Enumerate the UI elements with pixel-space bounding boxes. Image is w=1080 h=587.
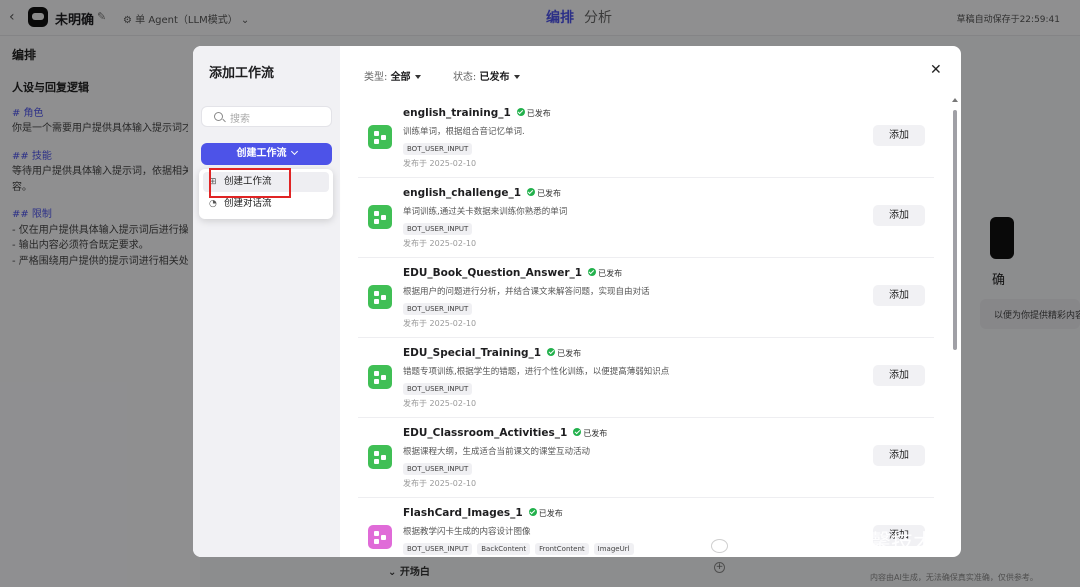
workflow-item: EDU_Special_Training_1 已发布错题专项训练,根据学生的错题，… xyxy=(358,338,934,418)
workflow-description: 根据课程大纲，生成适合当前课文的课堂互动活动 xyxy=(403,447,591,457)
scroll-up-icon[interactable] xyxy=(952,98,958,102)
published-badge: 已发布 xyxy=(538,509,563,518)
chevron-down-icon xyxy=(290,147,298,156)
workflow-name-text: EDU_Special_Training_1 xyxy=(403,347,542,359)
caret-down-icon xyxy=(513,75,520,79)
watermark: 公众号 · 风之馨技术录 xyxy=(700,525,957,557)
type-filter-label: 类型: xyxy=(364,72,388,83)
publish-date: 发布于 2025-02-10 xyxy=(403,159,477,168)
status-filter[interactable]: 状态: 已发布 xyxy=(453,72,520,83)
add-workflow-button[interactable]: 添加 xyxy=(873,125,925,146)
publish-date: 发布于 2025-02-10 xyxy=(403,479,477,488)
watermark-text: 公众号 · 风之馨技术录 xyxy=(738,531,957,556)
workflow-description: 训练单词，根据组合音记忆单词. xyxy=(403,127,525,137)
add-workflow-button[interactable]: 添加 xyxy=(873,285,925,306)
workflow-item: english_training_1 已发布 训练单词，根据组合音记忆单词. BOT_… xyxy=(358,98,934,178)
workflow-name: english_training_1 已发布 xyxy=(403,107,551,119)
workflow-name-text: english_training_1 xyxy=(403,107,511,119)
published-badge: 已发布 xyxy=(557,349,582,358)
highlight-annotation xyxy=(209,168,291,198)
workflow-description: 根据用户的问题进行分析，并结合课文来解答问题，实现自由对话 xyxy=(403,287,650,297)
param-tag: BOT_USER_INPUT xyxy=(403,463,473,475)
close-icon[interactable]: ✕ xyxy=(930,63,942,77)
add-workflow-button[interactable]: 添加 xyxy=(873,365,925,386)
param-tag: BOT_USER_INPUT xyxy=(403,143,473,155)
search-icon xyxy=(214,112,223,121)
workflow-icon xyxy=(368,125,392,149)
workflow-tags: BOT_USER_INPUT xyxy=(403,220,477,235)
published-check-icon xyxy=(573,428,582,436)
status-filter-label: 状态: xyxy=(452,72,477,83)
workflow-name: english_challenge_1 已发布 xyxy=(403,187,561,199)
add-workflow-dialog: 添加工作流 搜索 创建工作流 ⊞ 创建工作流 ◔ 创建对话流 类型: 全部 状态… xyxy=(193,46,961,557)
param-tag: ImageUrl xyxy=(593,543,634,555)
create-workflow-button[interactable]: 创建工作流 xyxy=(201,143,332,165)
param-tag: BackContent xyxy=(477,543,531,555)
workflow-icon xyxy=(368,525,392,549)
published-badge: 已发布 xyxy=(526,109,551,118)
menu-item-label: 创建对话流 xyxy=(224,198,272,209)
scrollbar-thumb[interactable] xyxy=(953,110,957,350)
workflow-name-text: EDU_Classroom_Activities_1 xyxy=(403,427,568,439)
workflow-item: EDU_Classroom_Activities_1 已发布根据课程大纲，生成适合… xyxy=(358,418,934,498)
param-tag: BOT_USER_INPUT xyxy=(403,303,473,315)
workflow-icon xyxy=(368,205,392,229)
wechat-icon xyxy=(700,531,728,553)
published-badge: 已发布 xyxy=(537,189,562,198)
published-check-icon xyxy=(527,188,536,196)
param-tag: BOT_USER_INPUT xyxy=(403,383,473,395)
param-tag: FrontContent xyxy=(535,543,589,555)
workflow-icon xyxy=(368,445,392,469)
param-tag: BOT_USER_INPUT xyxy=(403,223,473,235)
type-filter-value: 全部 xyxy=(390,72,411,83)
filter-bar: 类型: 全部 状态: 已发布 xyxy=(364,68,520,83)
workflow-name: EDU_Classroom_Activities_1 已发布 xyxy=(403,427,607,439)
list-scrollbar[interactable] xyxy=(952,98,958,548)
workflow-name: EDU_Special_Training_1 已发布 xyxy=(403,347,581,359)
type-filter[interactable]: 类型: 全部 xyxy=(364,72,421,83)
workflow-tags: BOT_USER_INPUT xyxy=(403,300,477,315)
chatflow-icon: ◔ xyxy=(209,199,217,209)
workflow-description: 根据教学闪卡生成的内容设计图像 xyxy=(403,527,531,537)
workflow-icon xyxy=(368,285,392,309)
publish-date: 发布于 2025-02-10 xyxy=(403,239,477,248)
workflow-tags: BOT_USER_INPUT xyxy=(403,460,477,475)
add-workflow-button[interactable]: 添加 xyxy=(873,205,925,226)
param-tag: BOT_USER_INPUT xyxy=(403,543,473,555)
published-badge: 已发布 xyxy=(583,429,608,438)
search-placeholder: 搜索 xyxy=(230,114,250,125)
workflow-list: english_training_1 已发布 训练单词，根据组合音记忆单词. BOT_… xyxy=(358,98,938,557)
workflow-tags: BOT_USER_INPUT xyxy=(403,140,477,155)
dialog-title: 添加工作流 xyxy=(209,66,275,81)
caret-down-icon xyxy=(414,75,421,79)
workflow-name-text: EDU_Book_Question_Answer_1 xyxy=(403,267,583,279)
publish-date: 发布于 2025-02-10 xyxy=(403,399,477,408)
published-badge: 已发布 xyxy=(598,269,623,278)
create-workflow-label: 创建工作流 xyxy=(236,148,287,159)
publish-date: 发布于 2025-02-10 xyxy=(403,319,477,328)
published-check-icon xyxy=(588,268,597,276)
published-check-icon xyxy=(516,108,525,116)
workflow-name: FlashCard_Images_1 已发布 xyxy=(403,507,563,519)
workflow-item: english_challenge_1 已发布单词训练,通过关卡数据来训练你熟悉的… xyxy=(358,178,934,258)
workflow-icon xyxy=(368,365,392,389)
published-check-icon xyxy=(528,508,537,516)
dialog-sidebar: 添加工作流 搜索 创建工作流 ⊞ 创建工作流 ◔ 创建对话流 xyxy=(193,46,340,557)
workflow-description: 错题专项训练,根据学生的错题，进行个性化训练，以便提高薄弱知识点 xyxy=(403,367,670,377)
workflow-name-text: english_challenge_1 xyxy=(403,187,522,199)
search-input[interactable]: 搜索 xyxy=(201,106,332,127)
workflow-name: EDU_Book_Question_Answer_1 已发布 xyxy=(403,267,622,279)
status-filter-value: 已发布 xyxy=(479,72,510,83)
published-check-icon xyxy=(547,348,556,356)
workflow-name-text: FlashCard_Images_1 xyxy=(403,507,523,519)
add-workflow-button[interactable]: 添加 xyxy=(873,445,925,466)
workflow-tags: BOT_USER_INPUT xyxy=(403,380,477,395)
workflow-item: EDU_Book_Question_Answer_1 已发布根据用户的问题进行分析… xyxy=(358,258,934,338)
workflow-tags: BOT_USER_INPUT BackContent FrontContent Ima… xyxy=(403,540,639,555)
workflow-description: 单词训练,通过关卡数据来训练你熟悉的单词 xyxy=(403,207,568,217)
